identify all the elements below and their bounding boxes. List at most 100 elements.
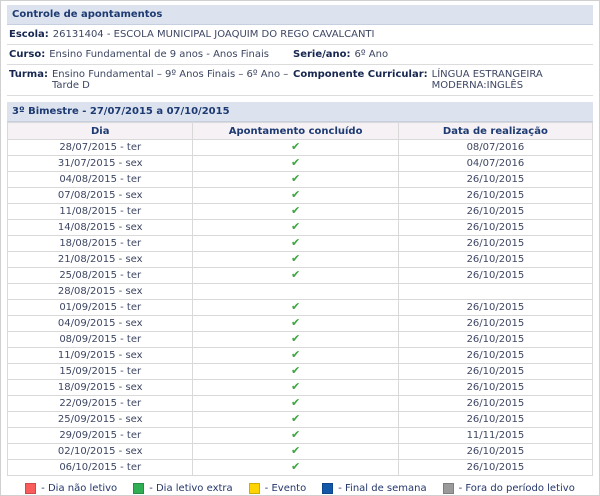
day-cell: 15/09/2015 - ter	[8, 364, 193, 380]
legend-label: - Dia letivo extra	[149, 483, 232, 494]
realization-date-cell: 26/10/2015	[398, 220, 592, 236]
check-icon: ✔	[291, 428, 300, 441]
day-cell: 18/08/2015 - ter	[8, 236, 193, 252]
content-panel: Controle de apontamentos Escola: 2613140…	[7, 5, 593, 496]
day-cell: 07/08/2015 - sex	[8, 188, 193, 204]
concluded-cell: ✔	[193, 460, 398, 476]
table-row: 21/08/2015 - sex ✔ 26/10/2015	[8, 252, 593, 268]
day-cell: 11/08/2015 - ter	[8, 204, 193, 220]
concluded-cell: ✔	[193, 140, 398, 156]
check-icon: ✔	[291, 172, 300, 185]
concluded-cell: ✔	[193, 364, 398, 380]
school-info-row: Escola: 26131404 - ESCOLA MUNICIPAL JOAQ…	[7, 25, 593, 45]
day-cell: 04/08/2015 - ter	[8, 172, 193, 188]
concluded-cell: ✔	[193, 188, 398, 204]
check-icon: ✔	[291, 460, 300, 473]
legend: - Dia não letivo - Dia letivo extra - Even…	[7, 483, 593, 494]
day-cell: 01/09/2015 - ter	[8, 300, 193, 316]
check-icon: ✔	[291, 396, 300, 409]
appointments-control-page: Controle de apontamentos Escola: 2613140…	[0, 0, 600, 496]
grade-label: Serie/ano:	[293, 49, 351, 60]
concluded-cell: ✔	[193, 332, 398, 348]
column-header-day: Dia	[8, 123, 193, 140]
table-row: 25/09/2015 - sex ✔ 26/10/2015	[8, 412, 593, 428]
curricular-component-label: Componente Curricular:	[293, 69, 428, 91]
concluded-cell: ✔	[193, 268, 398, 284]
realization-date-cell	[398, 284, 592, 300]
table-row: 06/10/2015 - ter✔26/10/2015	[8, 460, 593, 476]
check-icon: ✔	[291, 444, 300, 457]
realization-date-cell: 26/10/2015	[398, 412, 592, 428]
realization-date-cell: 26/10/2015	[398, 460, 592, 476]
class-info-row: Turma: Ensino Fundamental – 9º Anos Fina…	[7, 65, 593, 96]
check-icon: ✔	[291, 252, 300, 265]
legend-item: - Fora do período letivo	[443, 483, 575, 494]
concluded-cell: ✔	[193, 300, 398, 316]
realization-date-cell: 26/10/2015	[398, 204, 592, 220]
realization-date-cell: 04/07/2016	[398, 156, 592, 172]
table-row: 08/09/2015 - ter✔26/10/2015	[8, 332, 593, 348]
concluded-cell: ✔	[193, 172, 398, 188]
table-row: 07/08/2015 - sex✔26/10/2015	[8, 188, 593, 204]
check-icon: ✔	[291, 300, 300, 313]
curricular-component-value: LÍNGUA ESTRANGEIRA MODERNA:INGLÊS	[432, 69, 591, 91]
realization-date-cell: 26/10/2015	[398, 380, 592, 396]
check-icon: ✔	[291, 204, 300, 217]
appointments-table: Dia Apontamento concluído Data de realiz…	[7, 122, 593, 476]
class-label: Turma:	[9, 69, 48, 91]
realization-date-cell: 26/10/2015	[398, 396, 592, 412]
day-cell: 21/08/2015 - sex	[8, 252, 193, 268]
class-value: Ensino Fundamental – 9º Anos Finais – 6º…	[52, 69, 293, 91]
day-cell: 04/09/2015 - sex	[8, 316, 193, 332]
table-row: 02/10/2015 - sex✔26/10/2015	[8, 444, 593, 460]
realization-date-cell: 26/10/2015	[398, 268, 592, 284]
legend-color-swatch	[322, 483, 333, 494]
column-header-realization-date: Data de realização	[398, 123, 592, 140]
legend-label: - Evento	[265, 483, 307, 494]
course-label: Curso:	[9, 49, 45, 60]
check-icon: ✔	[291, 364, 300, 377]
day-cell: 14/08/2015 - sex	[8, 220, 193, 236]
grade-value: 6º Ano	[355, 49, 389, 60]
check-icon: ✔	[291, 412, 300, 425]
legend-color-swatch	[443, 483, 454, 494]
check-icon: ✔	[291, 332, 300, 345]
table-row: 31/07/2015 - sex✔04/07/2016	[8, 156, 593, 172]
realization-date-cell: 26/10/2015	[398, 348, 592, 364]
day-cell: 11/09/2015 - sex	[8, 348, 193, 364]
day-cell: 31/07/2015 - sex	[8, 156, 193, 172]
day-cell: 29/09/2015 - ter	[8, 428, 193, 444]
check-icon: ✔	[291, 236, 300, 249]
school-label: Escola:	[9, 29, 49, 40]
legend-label: - Dia não letivo	[41, 483, 117, 494]
concluded-cell: ✔	[193, 396, 398, 412]
column-header-concluded: Apontamento concluído	[193, 123, 398, 140]
table-row: 01/09/2015 - ter ✔ 26/10/2015	[8, 300, 593, 316]
realization-date-cell: 26/10/2015	[398, 188, 592, 204]
table-row: 14/08/2015 - sex ✔ 26/10/2015	[8, 220, 593, 236]
table-row: 29/09/2015 - ter ✔ 11/11/2015	[8, 428, 593, 444]
table-row: 28/07/2015 - ter✔08/07/2016	[8, 140, 593, 156]
table-row: 11/09/2015 - sex✔26/10/2015	[8, 348, 593, 364]
day-cell: 25/09/2015 - sex	[8, 412, 193, 428]
concluded-cell: ✔	[193, 380, 398, 396]
realization-date-cell: 26/10/2015	[398, 364, 592, 380]
legend-item: - Evento	[249, 483, 307, 494]
legend-item: - Final de semana	[322, 483, 426, 494]
legend-color-swatch	[249, 483, 260, 494]
bimester-header: 3º Bimestre - 27/07/2015 a 07/10/2015	[7, 102, 593, 122]
realization-date-cell: 26/10/2015	[398, 444, 592, 460]
table-row: 22/09/2015 - ter ✔ 26/10/2015	[8, 396, 593, 412]
check-icon: ✔	[291, 220, 300, 233]
concluded-cell: ✔	[193, 236, 398, 252]
legend-label: - Fora do período letivo	[459, 483, 575, 494]
school-value: 26131404 - ESCOLA MUNICIPAL JOAQUIM DO R…	[53, 29, 375, 40]
realization-date-cell: 26/10/2015	[398, 172, 592, 188]
realization-date-cell: 11/11/2015	[398, 428, 592, 444]
concluded-cell: ✔	[193, 156, 398, 172]
concluded-cell: ✔	[193, 204, 398, 220]
check-icon: ✔	[291, 316, 300, 329]
day-cell: 22/09/2015 - ter	[8, 396, 193, 412]
realization-date-cell: 26/10/2015	[398, 252, 592, 268]
realization-date-cell: 26/10/2015	[398, 300, 592, 316]
